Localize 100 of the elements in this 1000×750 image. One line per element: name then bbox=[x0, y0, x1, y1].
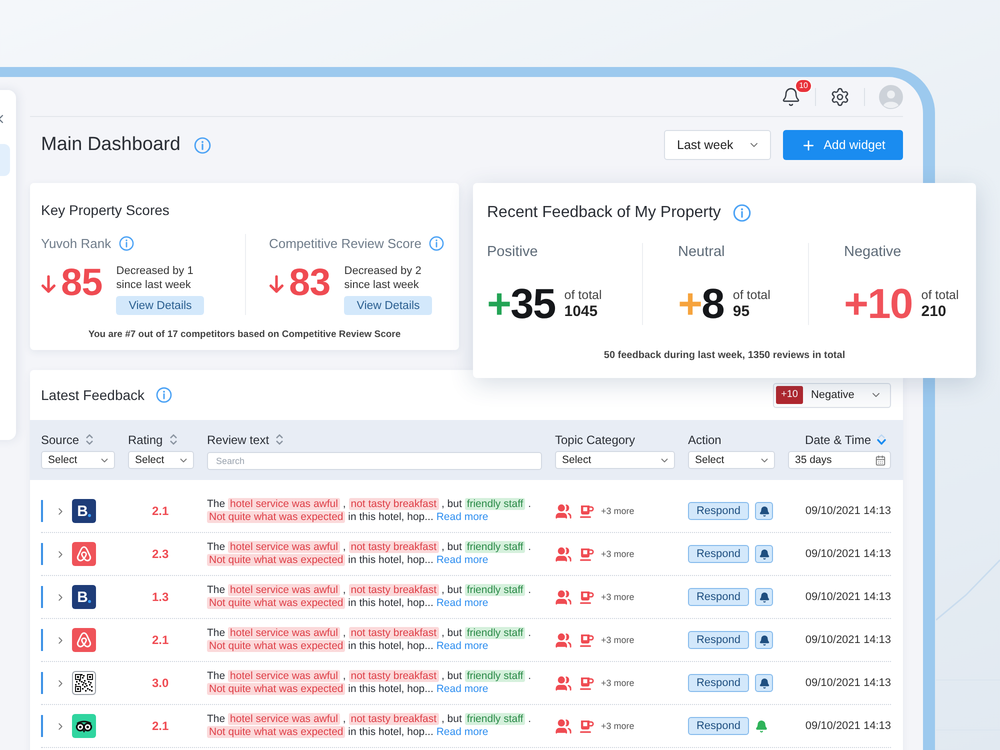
loop-logo-icon bbox=[72, 628, 96, 652]
row-accent-bar bbox=[41, 586, 43, 608]
date-time: 09/10/2021 14:13 bbox=[804, 720, 891, 732]
column-header: Rating bbox=[128, 432, 163, 446]
more-topics-text[interactable]: +3 more bbox=[601, 721, 634, 731]
bell-icon bbox=[758, 506, 770, 516]
period-dropdown[interactable]: Last week bbox=[664, 130, 771, 160]
review-text: The hotel service was awful , not tasty breakfast , but friendly staff . Not quite what was expected in this hotel, hop... Read more bbox=[207, 627, 532, 653]
sort-icon[interactable] bbox=[275, 434, 284, 445]
read-more-link[interactable]: Read more bbox=[436, 554, 488, 566]
bell-button[interactable] bbox=[755, 545, 773, 563]
score-value: 83 bbox=[289, 264, 330, 302]
more-topics-text[interactable]: +3 more bbox=[601, 506, 634, 516]
bell-icon bbox=[758, 548, 770, 560]
column-header: Date & Time bbox=[804, 432, 871, 446]
review-text: The hotel service was awful , not tasty breakfast , but friendly staff . Not quite what was expected in this hotel, hop... Read more bbox=[207, 713, 532, 739]
column-header: Source bbox=[41, 432, 80, 446]
bell-button[interactable] bbox=[755, 502, 773, 520]
bell-icon bbox=[758, 678, 770, 688]
info-icon bbox=[119, 236, 134, 250]
filter-select[interactable]: Select bbox=[128, 451, 194, 469]
arrow-down-icon bbox=[269, 275, 284, 294]
respond-button[interactable]: Respond bbox=[688, 588, 749, 606]
calendar-icon bbox=[875, 454, 886, 466]
respond-button[interactable]: Respond bbox=[688, 674, 749, 692]
search-field[interactable]: Search bbox=[207, 452, 542, 470]
sort-icon[interactable] bbox=[168, 434, 178, 445]
letter-logo: B bbox=[72, 585, 96, 609]
view-details-button[interactable]: View Details bbox=[344, 296, 432, 315]
bell-icon[interactable] bbox=[755, 720, 768, 732]
bell-icon bbox=[758, 634, 770, 646]
feedback-count: +10 bbox=[844, 283, 912, 325]
bell-button[interactable] bbox=[755, 631, 773, 649]
add-widget-button[interactable]: Add widget bbox=[783, 130, 903, 160]
column-header: Review text bbox=[207, 432, 270, 446]
row-accent-bar bbox=[41, 500, 43, 522]
rating-value: 2.3 bbox=[151, 547, 169, 561]
read-more-link[interactable]: Read more bbox=[436, 726, 488, 738]
read-more-link[interactable]: Read more bbox=[436, 683, 488, 695]
bell-button[interactable] bbox=[755, 588, 773, 606]
respond-button[interactable]: Respond bbox=[688, 631, 749, 649]
feedback-count: +8 bbox=[678, 283, 724, 325]
notification-bell-icon[interactable] bbox=[781, 86, 801, 106]
cup-icon bbox=[579, 504, 594, 518]
letter-logo: B bbox=[72, 499, 96, 523]
owl-eyes-logo-icon bbox=[72, 714, 96, 738]
settings-icon[interactable] bbox=[830, 86, 850, 106]
date-time: 09/10/2021 14:13 bbox=[804, 634, 891, 646]
row-accent-bar bbox=[41, 672, 43, 694]
change-text: Decreased by 2 since last week bbox=[344, 264, 422, 292]
row-accent-bar bbox=[41, 629, 43, 651]
sentiment-label: Neutral bbox=[678, 243, 725, 261]
more-topics-text[interactable]: +3 more bbox=[601, 549, 634, 559]
sort-icon[interactable] bbox=[85, 434, 94, 445]
info-icon bbox=[732, 204, 751, 222]
respond-button[interactable]: Respond bbox=[688, 502, 749, 520]
sort-descending-icon[interactable] bbox=[877, 434, 886, 445]
date-time: 09/10/2021 14:13 bbox=[804, 548, 891, 560]
people-icon bbox=[555, 674, 572, 692]
more-topics-text[interactable]: +3 more bbox=[601, 635, 634, 645]
card-title: Recent Feedback of My Property bbox=[487, 203, 721, 223]
cup-icon bbox=[579, 718, 594, 734]
read-more-link[interactable]: Read more bbox=[436, 511, 488, 523]
of-total-label: of total bbox=[732, 288, 770, 302]
people-icon bbox=[555, 718, 572, 734]
filter-select[interactable]: Select bbox=[41, 451, 115, 469]
more-topics-text[interactable]: +3 more bbox=[601, 592, 634, 602]
more-topics-text[interactable]: +3 more bbox=[601, 678, 634, 688]
column-header: Action bbox=[688, 432, 722, 446]
respond-button[interactable]: Respond bbox=[688, 717, 749, 735]
total-value: 210 bbox=[921, 302, 946, 320]
of-total-label: of total bbox=[921, 288, 959, 302]
review-text: The hotel service was awful , not tasty breakfast , but friendly staff . Not quite what was expected in this hotel, hop... Read more bbox=[207, 498, 532, 524]
cup-icon bbox=[579, 590, 594, 604]
review-text: The hotel service was awful , not tasty breakfast , but friendly staff . Not quite what was expected in this hotel, hop... Read more bbox=[207, 670, 532, 696]
read-more-link[interactable]: Read more bbox=[436, 597, 488, 609]
filter-select[interactable]: Select bbox=[555, 451, 675, 469]
arrow-down-icon bbox=[41, 275, 56, 294]
review-text: The hotel service was awful , not tasty breakfast , but friendly staff . Not quite what was expected in this hotel, hop... Read more bbox=[207, 584, 532, 610]
rating-value: 1.3 bbox=[151, 590, 169, 604]
info-icon bbox=[156, 387, 172, 403]
metric-label: Yuvoh Rank bbox=[41, 236, 112, 250]
notification-count-badge: 10 bbox=[795, 78, 812, 92]
sentiment-dropdown[interactable]: +10 Negative bbox=[773, 382, 891, 408]
date-filter[interactable]: 35 days bbox=[788, 451, 891, 469]
info-icon bbox=[194, 136, 212, 154]
competitor-note: You are #7 out of 17 competitors based on Competitive Review Score bbox=[87, 329, 402, 340]
date-time: 09/10/2021 14:13 bbox=[804, 505, 891, 517]
people-icon bbox=[555, 588, 572, 606]
rating-value: 2.1 bbox=[151, 633, 169, 647]
sentiment-label: Positive bbox=[487, 243, 538, 261]
view-details-button[interactable]: View Details bbox=[116, 296, 204, 315]
bell-button[interactable] bbox=[755, 674, 773, 692]
total-value: 1045 bbox=[564, 302, 598, 320]
read-more-link[interactable]: Read more bbox=[436, 640, 488, 652]
respond-button[interactable]: Respond bbox=[688, 545, 749, 563]
cup-icon bbox=[579, 676, 594, 690]
change-text: Decreased by 1 since last week bbox=[116, 264, 194, 292]
of-total-label: of total bbox=[564, 288, 602, 302]
filter-select[interactable]: Select bbox=[688, 451, 775, 469]
